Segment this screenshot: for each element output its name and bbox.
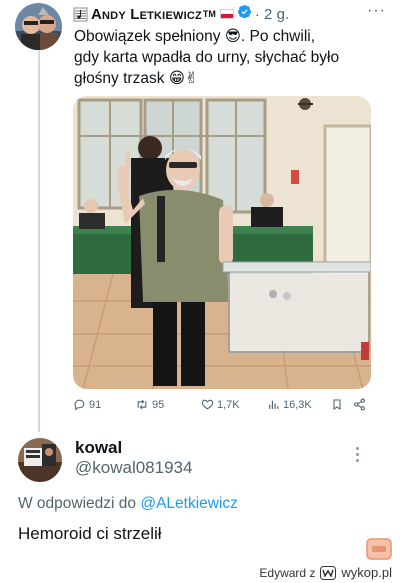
share-icon	[354, 398, 365, 411]
thread-line	[38, 50, 40, 432]
tweet-time[interactable]: · 2 g.	[255, 6, 289, 23]
watermark-logo-icon	[366, 538, 392, 560]
wykop-logo-icon	[320, 565, 337, 580]
tweet-actions: 91 95 1,7K 16,3K	[73, 398, 371, 416]
tweet-photo[interactable]	[73, 96, 371, 389]
music-score-icon	[73, 7, 88, 21]
views-chart-icon	[269, 400, 279, 409]
footer-z: z	[309, 565, 316, 580]
repost-icon	[137, 399, 147, 410]
reply-author-handle[interactable]: @kowal081934	[75, 458, 192, 478]
reply-author-avatar[interactable]	[18, 438, 62, 482]
reply-icon	[74, 399, 85, 411]
author-name[interactable]: Andy Letkiewicz	[91, 6, 202, 23]
reply-to-prefix: W odpowiedzi do	[18, 495, 141, 512]
reply-context: W odpowiedzi do @ALetkiewicz	[18, 495, 238, 513]
repost-action[interactable]: 95	[135, 398, 164, 411]
reply-more-icon[interactable]	[355, 447, 361, 463]
footer-site[interactable]: wykop.pl	[341, 565, 392, 580]
bookmark-icon	[333, 399, 341, 411]
tweet-more-button[interactable]: ···	[367, 2, 386, 20]
like-action[interactable]: 1,7K	[201, 398, 240, 411]
tweet-text-line: głośny trzask 😁✌	[74, 70, 198, 87]
tweet-text: Obowiązek spełniony 😎. Po chwili, gdy ka…	[74, 26, 374, 89]
footer-user[interactable]: Edyward	[259, 566, 306, 580]
like-count: 1,7K	[217, 398, 240, 411]
author-avatar[interactable]	[15, 3, 62, 50]
views-count: 16,3K	[283, 398, 312, 411]
footer-credit: Edyward z wykop.pl	[259, 565, 392, 580]
heart-icon	[201, 399, 214, 410]
repost-count: 95	[152, 398, 165, 411]
reply-text: Hemoroid ci strzelił	[18, 524, 162, 543]
views-action[interactable]: 16,3K	[267, 398, 312, 411]
verified-badge-icon	[237, 4, 252, 24]
trademark-label: TM	[202, 9, 216, 19]
share-button[interactable]	[353, 398, 366, 411]
bookmark-button[interactable]	[331, 398, 343, 411]
tweet-text-line: gdy karta wpadła do urny, słychać było	[74, 49, 340, 66]
screenshot-card: Andy Letkiewicz TM · 2 g. ··· Obowiązek s…	[0, 0, 400, 583]
poland-flag-icon	[219, 9, 234, 19]
tweet-header: Andy Letkiewicz TM · 2 g.	[73, 4, 289, 24]
tweet-text-line: Obowiązek spełniony 😎. Po chwili,	[74, 28, 316, 45]
reply-to-handle-link[interactable]: @ALetkiewicz	[140, 495, 238, 512]
reply-action[interactable]: 91	[73, 398, 101, 411]
reply-count: 91	[89, 398, 102, 411]
reply-author-name[interactable]: kowal	[75, 438, 122, 458]
footer-bar: Edyward z wykop.pl	[0, 563, 400, 583]
